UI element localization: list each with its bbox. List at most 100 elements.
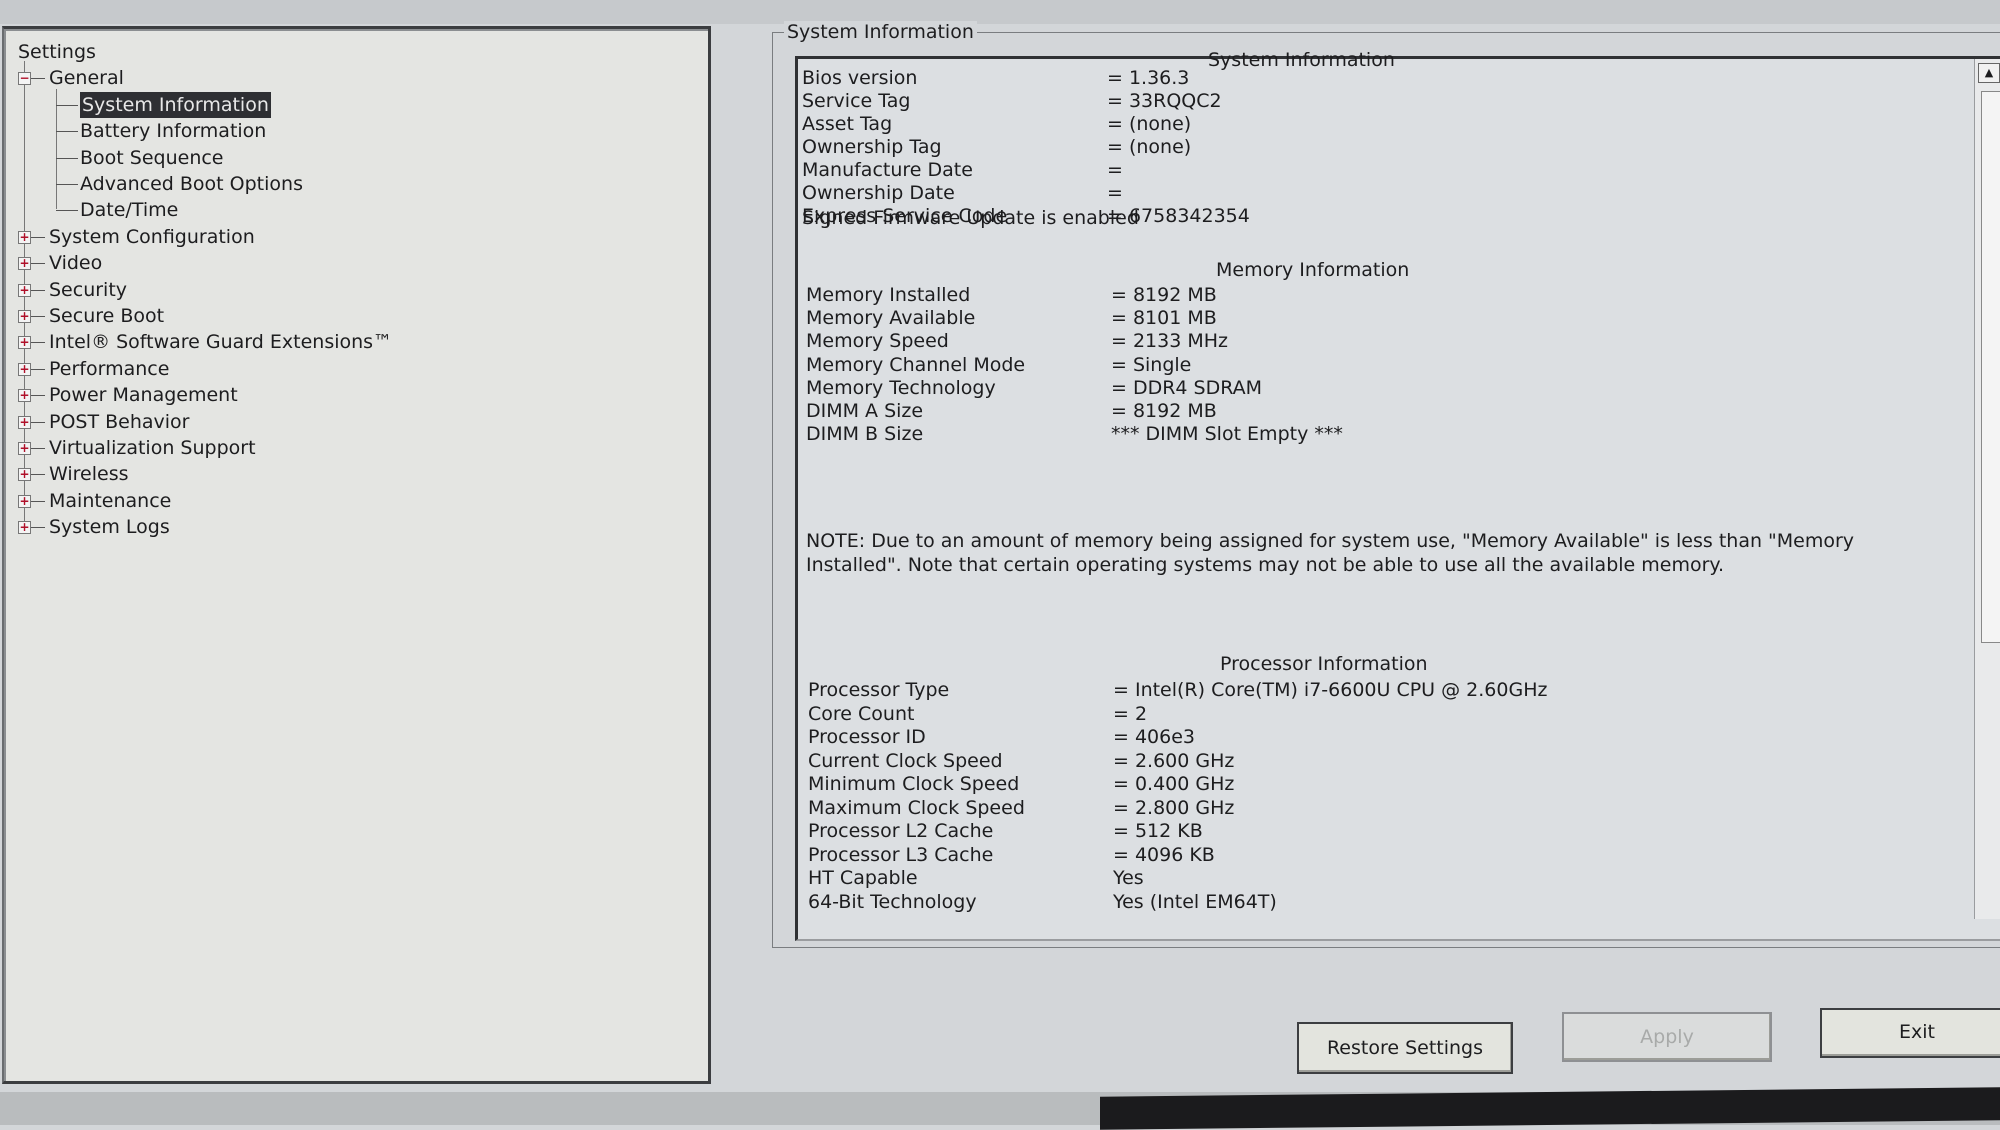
row-value: = 4096 KB	[1113, 843, 1215, 866]
top-edge	[0, 0, 2000, 24]
tree-item-virtualization-support[interactable]: + Virtualization Support	[18, 435, 518, 461]
row-label: Minimum Clock Speed	[808, 773, 1020, 795]
tree-item-general[interactable]: − General	[18, 65, 418, 91]
row-value: = (none)	[1107, 136, 1192, 158]
processor-row: Core Count = 2	[808, 703, 1708, 726]
expand-plus-icon[interactable]: +	[18, 283, 31, 297]
row-label: Processor Type	[808, 679, 950, 701]
vertical-scrollbar[interactable]: ▲	[1974, 59, 2000, 919]
expand-plus-icon[interactable]: +	[18, 415, 31, 429]
expand-plus-icon[interactable]: +	[18, 257, 31, 271]
row-value: = Intel(R) Core(TM) i7-6600U CPU @ 2.60G…	[1113, 679, 1548, 701]
row-value: = 8101 MB	[1111, 307, 1217, 330]
processor-row: Processor Type = Intel(R) Core(TM) i7-660…	[808, 679, 1708, 702]
tree-item-date-time[interactable]: Date/Time	[56, 197, 456, 223]
expand-plus-icon[interactable]: +	[18, 521, 31, 535]
expand-plus-icon[interactable]: +	[18, 230, 31, 244]
memory-row: DIMM A Size = 8192 MB	[806, 400, 1706, 423]
scroll-up-arrow-icon[interactable]: ▲	[1978, 63, 2000, 83]
expand-plus-icon[interactable]: +	[18, 310, 31, 323]
tree-item-wireless[interactable]: + Wireless	[18, 461, 518, 487]
expand-plus-icon[interactable]: +	[18, 442, 31, 455]
group-title: System Information	[784, 21, 977, 43]
row-label: DIMM B Size	[806, 423, 924, 446]
system-row: Asset Tag = (none)	[802, 113, 1702, 136]
row-label: Express Service Code	[802, 205, 1008, 227]
row-label: Processor ID	[808, 726, 926, 748]
system-row: Ownership Date =	[802, 182, 1702, 205]
row-value: = DDR4 SDRAM	[1111, 376, 1263, 399]
row-label: 64-Bit Technology	[808, 890, 977, 913]
memory-row: Memory Installed = 8192 MB	[806, 284, 1706, 307]
row-value: Yes	[1113, 867, 1144, 889]
processor-row: 64-Bit Technology Yes (Intel EM64T)	[808, 891, 1708, 914]
row-value: =	[1107, 182, 1123, 204]
expand-plus-icon[interactable]: +	[18, 389, 31, 403]
processor-info-header: Processor Information	[1220, 653, 1428, 675]
selected-tree-label: System Information	[80, 91, 271, 118]
system-row: Express Service Code = 6758342354	[802, 205, 1702, 228]
scrollbar-thumb[interactable]	[1981, 91, 2000, 643]
row-label: Memory Available	[806, 307, 976, 330]
tree-item-maintenance[interactable]: + Maintenance	[18, 488, 518, 514]
expand-plus-icon[interactable]: +	[18, 362, 31, 376]
system-row: Manufacture Date =	[802, 159, 1702, 182]
memory-row: Memory Channel Mode = Single	[806, 354, 1706, 377]
row-value: = 2	[1113, 702, 1148, 725]
row-label: Memory Installed	[806, 284, 971, 306]
tree-item-power-management[interactable]: + Power Management	[18, 382, 518, 408]
system-row: Service Tag = 33RQQC2	[802, 90, 1702, 113]
memory-row: Memory Speed = 2133 MHz	[806, 330, 1706, 353]
row-label: Bios version	[802, 67, 918, 89]
row-value: = 512 KB	[1113, 820, 1203, 842]
row-value: = Single	[1111, 353, 1192, 376]
row-value: Yes (Intel EM64T)	[1113, 890, 1277, 913]
row-label: DIMM A Size	[806, 400, 924, 422]
row-value: = 2.800 GHz	[1113, 796, 1235, 819]
expand-plus-icon[interactable]: +	[18, 494, 31, 508]
row-label: Memory Channel Mode	[806, 353, 1026, 376]
exit-button[interactable]: Exit	[1820, 1008, 2000, 1058]
row-label: Processor L2 Cache	[808, 820, 994, 842]
expand-plus-icon[interactable]: +	[18, 468, 31, 482]
tree-item-secure-boot[interactable]: + Secure Boot	[18, 303, 518, 329]
expand-plus-icon[interactable]: +	[18, 336, 31, 350]
processor-row: Minimum Clock Speed = 0.400 GHz	[808, 773, 1708, 796]
processor-row: Maximum Clock Speed = 2.800 GHz	[808, 797, 1708, 820]
row-value: *** DIMM Slot Empty ***	[1111, 423, 1343, 446]
row-label: Asset Tag	[802, 113, 893, 135]
tree-item-post-behavior[interactable]: + POST Behavior	[18, 409, 518, 435]
memory-note: NOTE: Due to an amount of memory being a…	[806, 530, 1855, 576]
settings-tree-panel: Settings − General System Information Batter…	[2, 26, 711, 1084]
tree-item-boot-sequence[interactable]: Boot Sequence	[56, 145, 456, 171]
row-value: = 6758342354	[1107, 205, 1250, 227]
tree-item-system-configuration[interactable]: + System Configuration	[18, 224, 518, 250]
tree-item-performance[interactable]: + Performance	[18, 356, 518, 382]
row-value: = 2133 MHz	[1111, 330, 1229, 353]
row-value: = 33RQQC2	[1107, 90, 1222, 112]
row-label: Maximum Clock Speed	[808, 796, 1025, 819]
memory-row: Memory Technology = DDR4 SDRAM	[806, 377, 1706, 400]
row-value: = 2.600 GHz	[1113, 749, 1235, 772]
row-label: Memory Speed	[806, 330, 949, 353]
row-label: HT Capable	[808, 867, 918, 889]
row-value: =	[1107, 159, 1123, 181]
restore-settings-button[interactable]: Restore Settings	[1297, 1022, 1513, 1074]
collapse-minus-icon[interactable]: −	[18, 72, 31, 86]
tree-item-security[interactable]: + Security	[18, 277, 518, 303]
tree-item-battery-information[interactable]: Battery Information	[56, 118, 456, 144]
tree-item-video[interactable]: + Video	[18, 250, 518, 276]
row-value: = (none)	[1107, 113, 1192, 135]
apply-button[interactable]: Apply	[1562, 1012, 1772, 1062]
processor-row: Processor L3 Cache = 4096 KB	[808, 844, 1708, 867]
row-label: Manufacture Date	[802, 159, 973, 181]
tree-item-system-logs[interactable]: + System Logs	[18, 514, 518, 540]
system-row: Bios version = 1.36.3	[802, 67, 1702, 90]
row-value: = 8192 MB	[1111, 284, 1217, 306]
row-value: = 1.36.3	[1107, 67, 1190, 89]
row-value: = 406e3	[1113, 726, 1196, 748]
tree-item-intel-software-guard-extensions-[interactable]: + Intel® Software Guard Extensions™	[18, 329, 518, 355]
tree-item-system-information[interactable]: System Information	[56, 91, 456, 118]
tree-item-advanced-boot-options[interactable]: Advanced Boot Options	[56, 171, 456, 197]
row-label: Processor L3 Cache	[808, 843, 994, 866]
